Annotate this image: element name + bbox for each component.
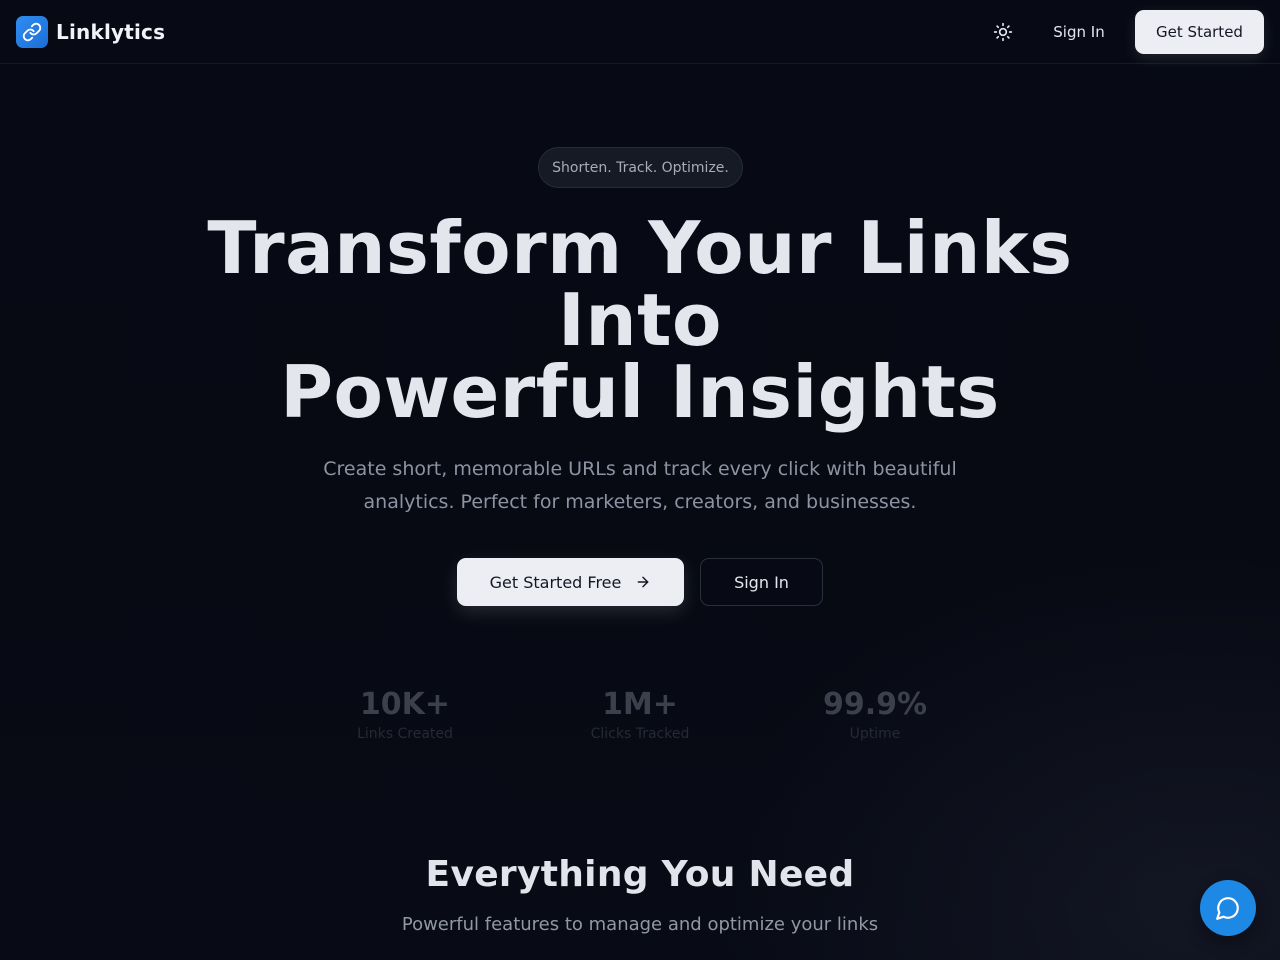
chat-button[interactable] — [1200, 880, 1256, 936]
stat-value: 10K+ — [359, 687, 451, 722]
features-title: Everything You Need — [425, 854, 855, 895]
brand[interactable]: Linklytics — [16, 16, 165, 48]
stat-value: 1M+ — [602, 687, 678, 722]
nav-sign-in-button[interactable]: Sign In — [1040, 12, 1118, 52]
stat-uptime: 99.9% Uptime — [775, 686, 975, 742]
link-icon — [16, 16, 48, 48]
stat-label: Uptime — [849, 726, 901, 742]
tagline-badge: Shorten. Track. Optimize. — [538, 147, 743, 188]
hero-title-line-3: Powerful Insights — [280, 350, 1000, 434]
nav-get-started-button[interactable]: Get Started — [1135, 10, 1264, 54]
arrow-right-icon — [637, 576, 649, 588]
get-started-free-label: Get Started Free — [489, 572, 622, 592]
hero-sign-in-button[interactable]: Sign In — [700, 558, 823, 606]
landing-page: Linklytics Sign In Get Started Shorten. … — [0, 0, 1280, 960]
theme-toggle-button[interactable] — [983, 12, 1023, 52]
hero-subtitle: Create short, memorable URLs and track e… — [323, 458, 957, 513]
stat-links-created: 10K+ Links Created — [305, 686, 505, 742]
hero-title: Transform Your Links Into Powerful Insig… — [140, 212, 1140, 428]
stat-value: 99.9% — [822, 687, 928, 722]
chat-bubble-icon — [1216, 897, 1239, 920]
stat-label: Clicks Tracked — [590, 726, 690, 742]
top-nav: Linklytics Sign In Get Started — [0, 0, 1280, 64]
sun-icon — [993, 22, 1013, 42]
get-started-free-button[interactable]: Get Started Free — [457, 558, 684, 606]
stat-clicks-tracked: 1M+ Clicks Tracked — [540, 686, 740, 742]
features-subtitle: Powerful features to manage and optimize… — [401, 914, 879, 935]
brand-name: Linklytics — [56, 20, 166, 44]
hero-title-line-2: Into — [558, 278, 722, 362]
stat-label: Links Created — [357, 726, 453, 742]
hero-title-line-1: Transform Your Links — [207, 206, 1073, 290]
